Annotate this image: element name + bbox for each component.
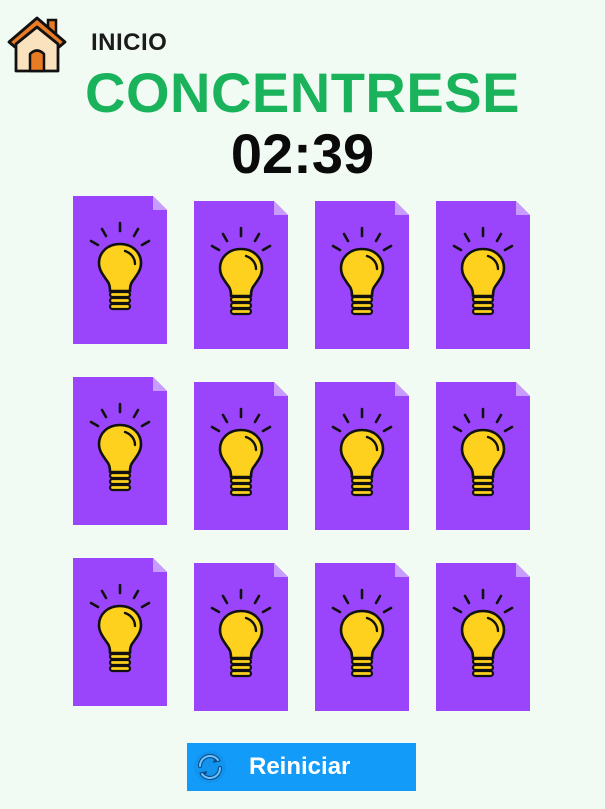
memory-card[interactable] — [194, 382, 288, 530]
memory-card[interactable] — [194, 201, 288, 349]
memory-card[interactable] — [315, 382, 409, 530]
memory-card[interactable] — [436, 563, 530, 711]
countdown-timer: 02:39 — [230, 122, 375, 185]
refresh-icon — [194, 751, 226, 783]
memory-card[interactable] — [315, 563, 409, 711]
page-title: CONCENTRESE — [85, 61, 520, 124]
memory-card[interactable] — [436, 201, 530, 349]
memory-card[interactable] — [194, 563, 288, 711]
memory-card[interactable] — [73, 558, 167, 706]
memory-card[interactable] — [436, 382, 530, 530]
memory-card[interactable] — [73, 196, 167, 344]
memory-card[interactable] — [73, 377, 167, 525]
reset-label: Reiniciar — [249, 753, 351, 780]
reset-button[interactable]: Reiniciar — [187, 743, 416, 791]
memory-card[interactable] — [315, 201, 409, 349]
home-label[interactable]: INICIO — [91, 29, 167, 57]
